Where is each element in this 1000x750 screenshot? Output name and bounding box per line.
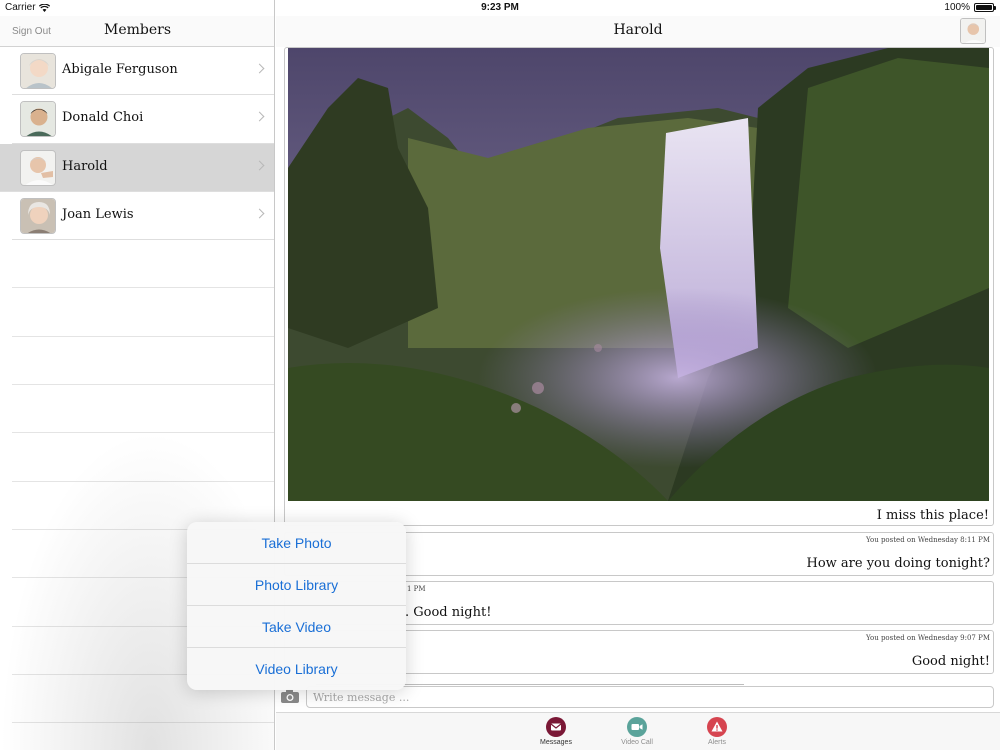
contact-avatar[interactable] xyxy=(960,18,986,44)
tab-label: Messages xyxy=(540,739,572,746)
conversation-title: Harold xyxy=(613,22,663,38)
chevron-right-icon xyxy=(254,63,265,74)
chevron-right-icon xyxy=(254,208,265,219)
conversation-header: Harold xyxy=(276,16,1000,47)
avatar xyxy=(20,101,56,138)
member-row-donald-choi[interactable]: Donald Choi xyxy=(12,95,274,144)
message-text: . Good night! xyxy=(405,605,492,620)
battery-percent: 100% xyxy=(944,2,970,13)
photo-message: I miss this place! xyxy=(284,47,994,526)
empty-row xyxy=(12,433,274,482)
empty-row xyxy=(12,337,274,386)
avatar xyxy=(20,53,56,89)
empty-row xyxy=(12,240,274,289)
waterfall-photo[interactable] xyxy=(288,48,989,501)
member-name: Abigale Ferguson xyxy=(62,62,178,77)
take-photo-button[interactable]: Take Photo xyxy=(187,522,406,564)
tab-video-call[interactable]: Video Call xyxy=(607,717,667,746)
member-name: Joan Lewis xyxy=(62,206,134,222)
empty-row xyxy=(12,385,274,434)
envelope-icon xyxy=(546,717,566,737)
video-library-button[interactable]: Video Library xyxy=(187,648,406,690)
tab-label: Alerts xyxy=(708,739,726,746)
battery-icon xyxy=(974,3,996,12)
photo-caption: I miss this place! xyxy=(876,508,989,523)
tab-alerts[interactable]: Alerts xyxy=(687,717,747,746)
warning-icon xyxy=(707,717,727,737)
member-row-abigale-ferguson[interactable]: Abigale Ferguson xyxy=(12,47,274,96)
member-row-joan-lewis[interactable]: Joan Lewis xyxy=(12,192,274,241)
message-timestamp: 1 PM xyxy=(407,585,426,593)
member-row-harold[interactable]: Harold xyxy=(0,143,274,192)
empty-row xyxy=(12,288,274,337)
member-name: Harold xyxy=(62,158,108,174)
message-input[interactable] xyxy=(306,686,994,708)
take-video-button[interactable]: Take Video xyxy=(187,606,406,648)
status-bar: Carrier 9:23 PM 100% xyxy=(0,0,1000,16)
photo-library-button[interactable]: Photo Library xyxy=(187,564,406,606)
chevron-right-icon xyxy=(254,160,265,171)
avatar xyxy=(20,197,56,234)
message-text: How are you doing tonight? xyxy=(806,556,991,571)
member-name: Donald Choi xyxy=(62,110,144,126)
chevron-right-icon xyxy=(254,111,265,122)
clock: 9:23 PM xyxy=(481,2,519,13)
message-timestamp: You posted on Wednesday 9:07 PM xyxy=(865,634,990,642)
sidebar-header: Sign Out Members xyxy=(0,16,274,47)
avatar xyxy=(20,149,56,186)
battery-indicator: 100% xyxy=(944,2,996,13)
members-title: Members xyxy=(103,22,172,38)
media-picker-popover: Take Photo Photo Library Take Video Vide… xyxy=(187,522,406,690)
message-timestamp: You posted on Wednesday 8:11 PM xyxy=(865,536,990,544)
message-text: Good night! xyxy=(911,654,990,669)
camera-icon[interactable] xyxy=(280,688,300,704)
tab-label: Video Call xyxy=(621,739,653,746)
tab-bar: Messages Video Call Alerts xyxy=(276,712,1000,750)
tab-messages[interactable]: Messages xyxy=(526,717,586,746)
video-camera-icon xyxy=(627,717,647,737)
